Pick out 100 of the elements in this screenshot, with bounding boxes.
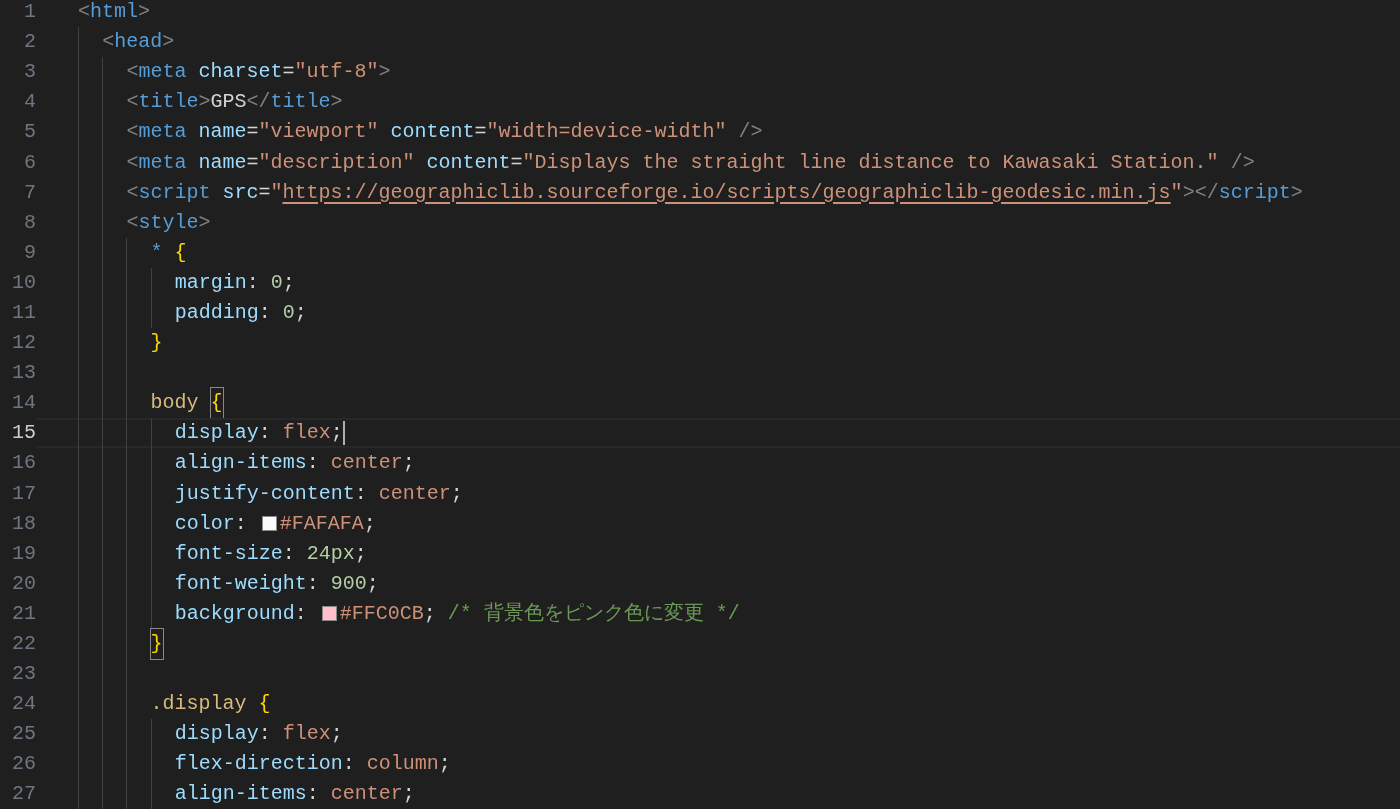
css-property: align-items xyxy=(174,450,307,477)
code-text: ; xyxy=(423,600,436,627)
tag-bracket: > xyxy=(1290,179,1303,206)
color-swatch[interactable] xyxy=(321,606,337,622)
code-text: : xyxy=(246,269,259,296)
line-number: 11 xyxy=(11,300,36,326)
tag-bracket: > xyxy=(198,89,211,116)
string-literal: "utf-8" xyxy=(294,59,379,86)
line-number: 4 xyxy=(23,89,36,116)
tag-bracket: < xyxy=(126,179,139,206)
line-number: 6 xyxy=(23,149,36,176)
tag-bracket: < xyxy=(78,0,90,26)
line-number: 8 xyxy=(23,209,36,236)
number-literal: 900 xyxy=(330,570,367,597)
code-text: ; xyxy=(438,751,451,778)
attribute-name: content xyxy=(426,149,511,176)
tag-bracket: < xyxy=(102,29,115,56)
line-number: 3 xyxy=(23,59,36,86)
number-literal: 0 xyxy=(282,300,295,326)
attribute-name: src xyxy=(222,179,259,206)
tag-name: html xyxy=(90,0,139,26)
curly-brace: { xyxy=(258,691,271,718)
css-property: justify-content xyxy=(174,480,355,507)
tag-name: script xyxy=(1218,179,1291,206)
line-number: 5 xyxy=(23,119,36,146)
line-number: 13 xyxy=(11,360,36,387)
tag-bracket: </ xyxy=(246,89,271,116)
line-number: 1 xyxy=(23,0,36,26)
code-text: ; xyxy=(363,510,376,537)
css-selector: body xyxy=(150,390,199,417)
line-number: 18 xyxy=(11,510,36,537)
tag-bracket: > xyxy=(330,89,343,116)
tag-name: title xyxy=(138,89,199,116)
tag-bracket: > xyxy=(198,209,211,236)
line-number: 25 xyxy=(11,721,36,748)
tag-bracket: < xyxy=(126,119,139,146)
line-number: 16 xyxy=(11,450,36,477)
css-property: font-weight xyxy=(174,570,307,597)
code-text: : xyxy=(282,540,295,567)
css-value: #FFC0CB xyxy=(339,600,424,627)
line-number: 14 xyxy=(11,390,36,417)
line-number: 20 xyxy=(11,570,36,597)
attribute-name: charset xyxy=(198,59,283,86)
line-number: 17 xyxy=(11,480,36,507)
css-value: flex xyxy=(282,721,331,748)
code-text: : xyxy=(354,480,367,507)
curly-brace: } xyxy=(150,330,163,357)
attribute-name: name xyxy=(198,149,247,176)
code-text: ; xyxy=(354,540,367,567)
line-number: 19 xyxy=(11,540,36,567)
css-property: margin xyxy=(174,269,247,296)
css-selector: .display xyxy=(150,691,247,718)
string-literal: "width=device-width" xyxy=(486,119,727,146)
line-number: 7 xyxy=(23,179,36,206)
css-value: flex xyxy=(282,420,331,447)
curly-brace: { xyxy=(210,388,223,419)
code-text: ; xyxy=(450,480,463,507)
code-text: : xyxy=(294,600,307,627)
tag-bracket: > xyxy=(138,0,151,26)
attribute-name: content xyxy=(390,119,475,146)
css-property: padding xyxy=(174,300,259,326)
string-literal: " xyxy=(270,179,283,206)
css-value: center xyxy=(378,480,451,507)
code-text: ; xyxy=(402,450,415,477)
line-number: 2 xyxy=(23,29,36,56)
tag-bracket: < xyxy=(126,149,139,176)
code-text: GPS xyxy=(210,89,247,116)
css-value: #FAFAFA xyxy=(279,510,364,537)
code-text: = xyxy=(510,149,523,176)
code-text: = xyxy=(246,149,259,176)
css-property: flex-direction xyxy=(174,751,343,778)
tag-bracket: < xyxy=(126,209,139,236)
code-text: : xyxy=(258,420,271,447)
string-literal: "viewport" xyxy=(258,119,379,146)
tag-bracket: > xyxy=(162,29,175,56)
tag-name: meta xyxy=(138,59,187,86)
tag-name: meta xyxy=(138,149,187,176)
tag-name: head xyxy=(114,29,163,56)
code-text: = xyxy=(246,119,259,146)
css-value: center xyxy=(330,781,403,808)
code-text: = xyxy=(258,179,271,206)
code-text: ; xyxy=(282,269,295,296)
color-swatch[interactable] xyxy=(261,516,277,532)
code-text: = xyxy=(282,59,295,86)
tag-name: meta xyxy=(138,119,187,146)
tag-name: * xyxy=(150,239,163,266)
tag-bracket: > xyxy=(378,59,391,86)
number-literal: 0 xyxy=(270,269,283,296)
code-text: : xyxy=(306,570,319,597)
number-literal: 24px xyxy=(306,540,355,567)
tag-name: title xyxy=(270,89,331,116)
code-link[interactable]: https://geographiclib.sourceforge.io/scripts/geographiclib-geodesic.min.js xyxy=(282,177,1171,208)
code-text: : xyxy=(258,721,271,748)
code-text: : xyxy=(258,300,271,326)
line-number: 15 xyxy=(11,420,36,447)
line-number: 24 xyxy=(11,691,36,718)
css-property: font-size xyxy=(174,540,283,567)
css-property: display xyxy=(174,420,259,447)
tag-bracket: < xyxy=(126,89,139,116)
tag-bracket: < xyxy=(126,59,139,86)
